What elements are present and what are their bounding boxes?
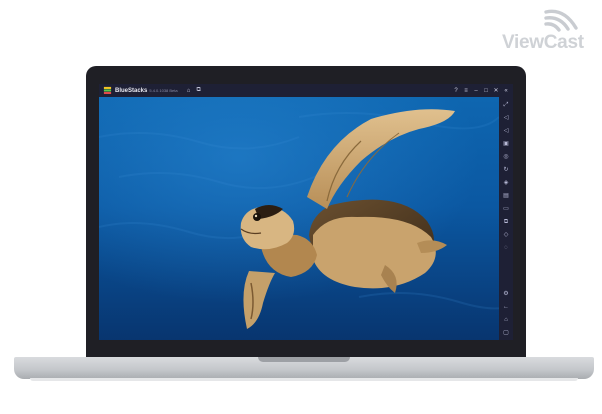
close-icon[interactable]: ✕ — [491, 86, 501, 96]
watermark-text: ViewCast — [502, 32, 584, 53]
maximize-icon[interactable]: □ — [481, 86, 491, 96]
folder-icon[interactable]: ▭ — [501, 203, 511, 214]
recent-apps-icon[interactable]: ▢ — [501, 327, 511, 338]
wifi-signal-icon — [544, 9, 578, 32]
app-version: 5.4.0.1038 Beta — [149, 88, 178, 93]
settings-icon[interactable]: ⚙ — [501, 288, 511, 299]
android-viewport[interactable] — [99, 97, 499, 340]
title-bar: BlueStacks 5.4.0.1038 Beta ⌂ ⧉ ? ≡ – □ ✕… — [99, 84, 513, 97]
minimize-icon[interactable]: – — [471, 86, 481, 96]
macro-icon[interactable]: ▤ — [501, 190, 511, 201]
bluestacks-logo-icon — [103, 86, 112, 95]
back-icon[interactable]: ← — [501, 301, 511, 312]
laptop-notch — [258, 357, 350, 362]
eco-mode-icon[interactable]: ◌ — [501, 242, 511, 253]
viewcast-watermark: ViewCast — [500, 6, 596, 53]
home-icon[interactable]: ⌂ — [184, 86, 194, 96]
volume-down-icon[interactable]: ◁ — [501, 125, 511, 136]
gamepad-icon[interactable]: ◈ — [501, 177, 511, 188]
sea-turtle-image — [99, 97, 499, 340]
emulator-window: BlueStacks 5.4.0.1038 Beta ⌂ ⧉ ? ≡ – □ ✕… — [99, 84, 513, 340]
stage: ViewCast BlueStacks 5.4.0.1038 Beta ⌂ ⧉ … — [0, 0, 602, 414]
collapse-sidebar-icon[interactable]: « — [501, 86, 511, 96]
layers-icon[interactable]: ◇ — [501, 229, 511, 240]
menu-icon[interactable]: ≡ — [461, 86, 471, 96]
help-icon[interactable]: ? — [451, 86, 461, 96]
app-title: BlueStacks — [115, 87, 148, 94]
right-sidebar: ⤢ ◁ ◁ ▣ ◎ ↻ ◈ ▤ ▭ ⧉ ◇ ◌ ⚙ ← ⌂ ▢ — [499, 97, 513, 340]
multi-instance-sidebar-icon[interactable]: ⧉ — [501, 216, 511, 227]
fullscreen-icon[interactable]: ⤢ — [501, 99, 511, 110]
multi-instance-icon[interactable]: ⧉ — [194, 86, 204, 96]
screenshot-icon[interactable]: ◎ — [501, 151, 511, 162]
media-manager-icon[interactable]: ▣ — [501, 138, 511, 149]
rotate-icon[interactable]: ↻ — [501, 164, 511, 175]
android-home-icon[interactable]: ⌂ — [501, 314, 511, 325]
laptop-shadow — [30, 378, 578, 381]
volume-up-icon[interactable]: ◁ — [501, 112, 511, 123]
